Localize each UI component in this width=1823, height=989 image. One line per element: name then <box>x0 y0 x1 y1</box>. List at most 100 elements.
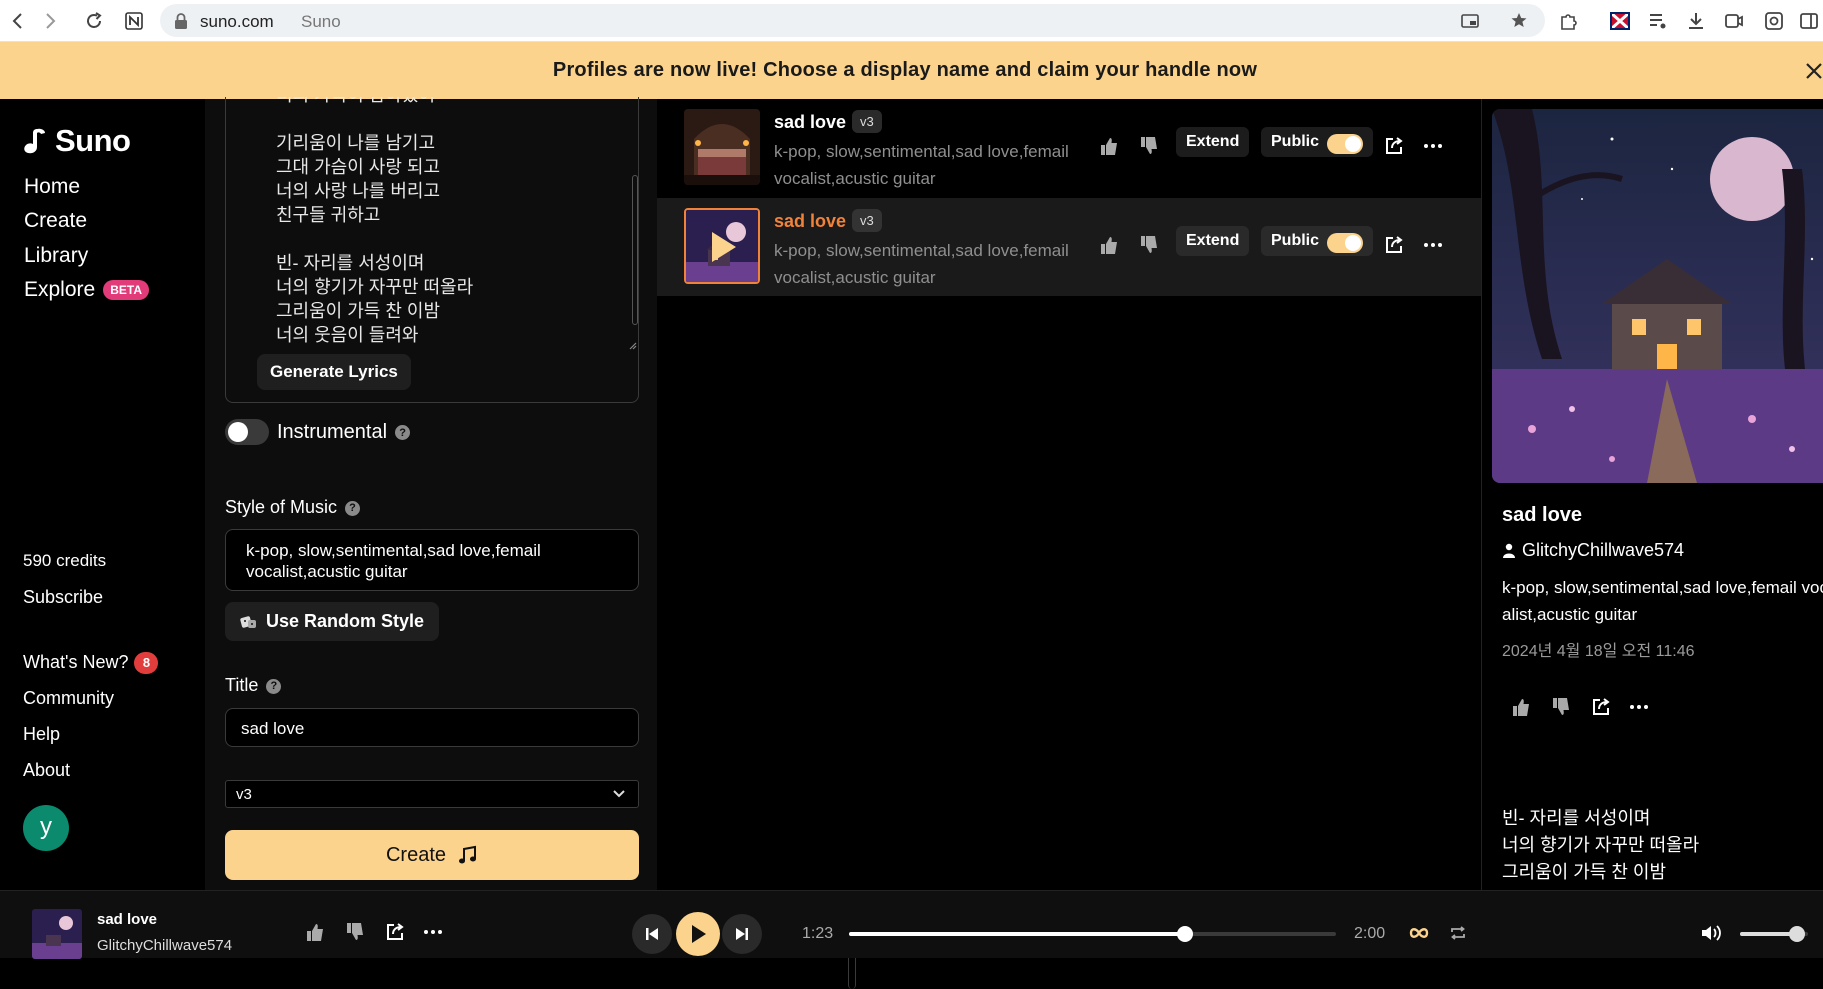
notification-badge: 8 <box>134 652 159 674</box>
thumbs-down-icon[interactable] <box>344 921 366 943</box>
song-tags: k-pop, slow,sentimental,sad love,femail … <box>774 142 1069 188</box>
reload-icon[interactable] <box>82 9 106 33</box>
extend-button[interactable]: Extend <box>1176 226 1250 256</box>
detail-date: 2024년 4월 18일 오전 11:46 <box>1502 643 1695 660</box>
reading-list-icon[interactable] <box>1646 9 1670 33</box>
style-input[interactable]: k-pop, slow,sentimental,sad love,femail … <box>225 529 639 591</box>
progress-slider[interactable] <box>849 926 1336 942</box>
volume-handle[interactable] <box>1789 926 1806 942</box>
volume-slider[interactable] <box>1740 926 1808 942</box>
back-icon[interactable] <box>6 9 30 33</box>
volume-icon[interactable] <box>1700 923 1724 943</box>
instrumental-toggle[interactable] <box>225 419 269 445</box>
share-icon[interactable] <box>1590 696 1612 718</box>
forward-icon[interactable] <box>38 9 62 33</box>
thumbs-down-icon[interactable] <box>1138 234 1162 258</box>
next-button[interactable] <box>722 914 762 954</box>
chevron-down-icon <box>612 789 626 799</box>
thumbs-up-icon[interactable] <box>1510 696 1532 718</box>
bookmark-star-icon[interactable] <box>1510 11 1532 31</box>
repeat-icon[interactable] <box>1449 924 1467 942</box>
nav-explore[interactable]: Explore BETA <box>24 278 149 302</box>
sidebar-toggle-icon[interactable] <box>1797 9 1821 33</box>
thumbs-up-icon[interactable] <box>1098 234 1122 258</box>
banner-text[interactable]: Profiles are now live! Choose a display … <box>0 59 1810 82</box>
share-icon[interactable] <box>384 921 406 943</box>
subscribe-link[interactable]: Subscribe <box>23 587 103 608</box>
cast-icon[interactable] <box>1460 11 1480 31</box>
browser-toolbar: suno.com Suno <box>0 0 1823 42</box>
url-domain: suno.com <box>200 12 274 31</box>
song-row[interactable]: sad love v3 k-pop, slow,sentimental,sad … <box>657 99 1481 197</box>
help-link[interactable]: Help <box>23 724 60 745</box>
url-page-title: Suno <box>301 12 341 31</box>
more-icon[interactable] <box>1422 135 1446 159</box>
resize-handle-icon[interactable] <box>627 340 637 350</box>
extend-button[interactable]: Extend <box>1176 127 1250 157</box>
progress-handle[interactable] <box>1177 926 1194 942</box>
thumbs-up-icon[interactable] <box>304 921 326 943</box>
beta-badge: BETA <box>103 280 149 301</box>
suno-logo[interactable]: Suno <box>23 123 131 159</box>
extension-n-icon[interactable] <box>122 9 146 33</box>
more-icon[interactable] <box>1422 234 1446 258</box>
song-title[interactable]: sad love <box>774 112 846 133</box>
help-icon[interactable]: ? <box>266 678 282 694</box>
current-time: 1:23 <box>802 925 834 942</box>
song-thumbnail[interactable] <box>684 109 760 185</box>
visibility-label: Public <box>1271 133 1320 150</box>
language-flag-icon[interactable] <box>1608 9 1632 33</box>
play-icon <box>689 924 707 944</box>
song-row-active[interactable]: sad love v3 k-pop, slow,sentimental,sad … <box>657 198 1481 296</box>
detail-username[interactable]: GlitchyChillwave574 <box>1522 540 1684 561</box>
lyrics-scrollbar[interactable] <box>632 175 638 325</box>
use-random-style-button[interactable]: Use Random Style <box>225 602 440 641</box>
generate-lyrics-button[interactable]: Generate Lyrics <box>257 354 411 390</box>
more-icon[interactable] <box>422 921 444 943</box>
visibility-pill[interactable]: Public <box>1261 226 1373 256</box>
extensions-puzzle-icon[interactable] <box>1556 9 1580 33</box>
thumbs-down-icon[interactable] <box>1138 135 1162 159</box>
lyrics-textarea[interactable]: 너의 가득이 남아있어 기리움이 나를 남기고 그대 가슴이 사랑 되고 너의 … <box>225 97 639 403</box>
song-title[interactable]: sad love <box>774 211 846 232</box>
song-thumbnail[interactable] <box>684 208 760 284</box>
nav-create[interactable]: Create <box>24 209 87 233</box>
create-button[interactable]: Create <box>225 830 639 880</box>
media-icon[interactable] <box>1722 9 1746 33</box>
screenshot-icon[interactable] <box>1762 9 1786 33</box>
share-icon[interactable] <box>1383 135 1407 159</box>
whats-new-link[interactable]: What's New? 8 <box>23 652 159 674</box>
player-user[interactable]: GlitchyChillwave574 <box>97 937 232 954</box>
share-icon[interactable] <box>1383 234 1407 258</box>
more-icon[interactable] <box>1628 696 1650 718</box>
community-link[interactable]: Community <box>23 688 114 709</box>
detail-user[interactable]: GlitchyChillwave574 <box>1502 540 1684 561</box>
announcement-banner[interactable]: Profiles are now live! Choose a display … <box>0 42 1823 99</box>
about-link[interactable]: About <box>23 760 70 781</box>
public-toggle[interactable] <box>1327 134 1363 154</box>
download-icon[interactable] <box>1684 9 1708 33</box>
thumbs-down-icon[interactable] <box>1550 696 1572 718</box>
player-title[interactable]: sad love <box>97 911 157 928</box>
help-icon[interactable]: ? <box>345 500 361 516</box>
thumbs-up-icon[interactable] <box>1098 135 1122 159</box>
previous-button[interactable] <box>632 914 672 954</box>
close-icon[interactable] <box>1801 58 1823 80</box>
instrumental-label-text: Instrumental <box>277 421 388 443</box>
player-thumbnail[interactable] <box>32 909 82 959</box>
avatar[interactable]: y <box>23 805 69 851</box>
lyrics-text[interactable]: 너의 가득이 남아있어 기리움이 나를 남기고 그대 가슴이 사랑 되고 너의 … <box>276 97 616 347</box>
play-icon[interactable] <box>708 230 738 264</box>
nav-home[interactable]: Home <box>24 175 80 199</box>
address-bar[interactable]: suno.com Suno <box>160 4 1545 37</box>
model-select-value: v3 <box>236 786 252 803</box>
model-select[interactable]: v3 <box>225 780 639 808</box>
title-input[interactable]: sad love <box>225 708 639 747</box>
play-button[interactable] <box>676 912 720 956</box>
loop-icon[interactable] <box>1408 923 1430 943</box>
nav-library[interactable]: Library <box>24 244 88 268</box>
visibility-pill[interactable]: Public <box>1261 127 1373 157</box>
create-button-label: Create <box>385 843 447 866</box>
help-icon[interactable]: ? <box>395 425 411 441</box>
public-toggle[interactable] <box>1327 233 1363 253</box>
